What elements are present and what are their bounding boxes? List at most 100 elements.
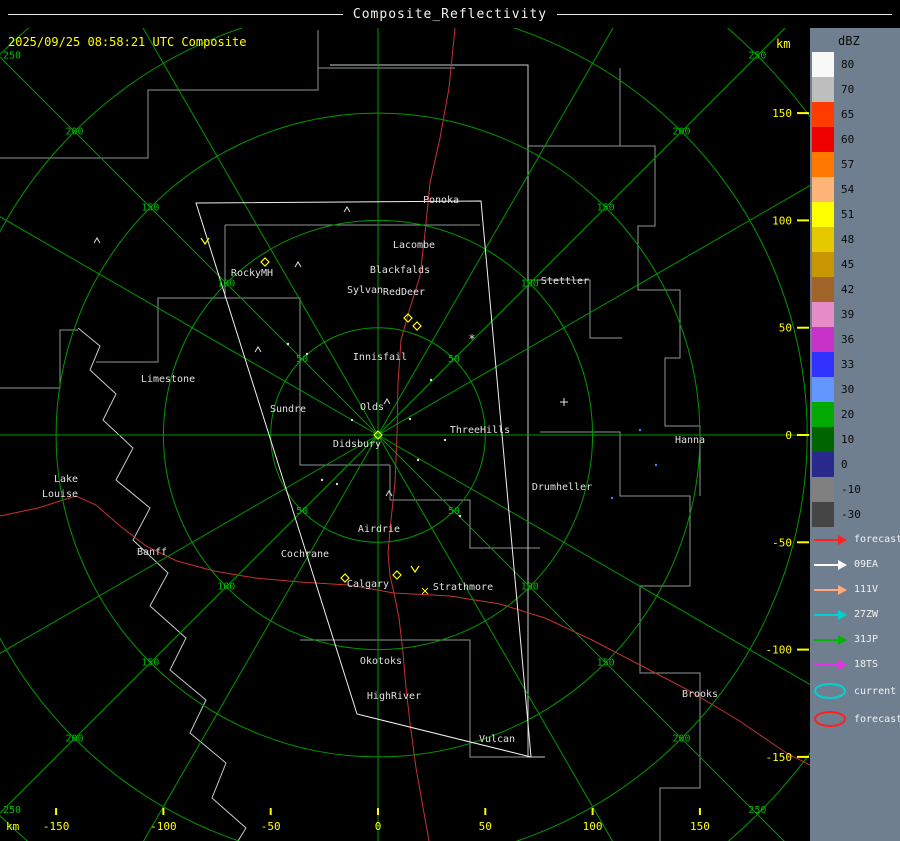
colorbar-title: dBZ [838, 34, 860, 48]
ellipse-icon [814, 683, 846, 699]
colorbar-value: 0 [841, 458, 848, 471]
window-title: Composite_Reflectivity [352, 6, 548, 22]
axis-label-bottom: -50 [261, 820, 281, 833]
radial-line [377, 185, 810, 436]
colorbar-swatch [812, 202, 834, 227]
highway-line [393, 592, 810, 766]
colorbar-value: 39 [841, 308, 855, 321]
axis-label-right: -100 [766, 644, 793, 657]
radial-line [143, 434, 379, 841]
colorbar-swatch [812, 127, 834, 152]
dot-marker [416, 458, 420, 462]
diamond-marker [392, 570, 402, 580]
range-label: 50 [448, 506, 460, 517]
radial-line [0, 216, 379, 436]
city-label: Strathmore [433, 582, 493, 593]
colorbar-swatch [812, 52, 834, 77]
caret-marker [385, 490, 393, 497]
dot-marker [638, 428, 642, 432]
colorbar-swatch [812, 327, 834, 352]
city-label: Brooks [682, 689, 718, 700]
colorbar-entry: -10 [810, 477, 900, 502]
district-boundary [528, 279, 622, 339]
range-label: 150 [141, 202, 159, 213]
city-label: RedDeer [383, 287, 425, 298]
range-label: 100 [521, 582, 539, 593]
asterisk-marker: * [468, 332, 475, 346]
legend-label: 18TS [854, 659, 879, 670]
range-label: 150 [597, 202, 615, 213]
axis-label-bottom: -100 [150, 820, 177, 833]
city-label: Sylvan [347, 285, 383, 296]
dot-marker [610, 496, 614, 500]
legend-label: current [854, 685, 897, 697]
axis-label-right: -50 [772, 536, 792, 549]
dot-marker [350, 418, 354, 422]
colorbar-swatch [812, 352, 834, 377]
colorbar-value: 20 [841, 408, 855, 421]
title-rule-right [557, 13, 892, 15]
legend-item: 18TS [810, 652, 900, 677]
legend-label: 27ZW [854, 609, 879, 620]
colorbar-entry: 0 [810, 452, 900, 477]
city-label: RockyMH [231, 268, 273, 279]
colorbar-value: 65 [841, 108, 855, 121]
district-boundary [390, 499, 540, 549]
legend-item: 31JP [810, 627, 900, 652]
city-label: Drumheller [532, 482, 592, 493]
caret-marker [383, 398, 391, 405]
colorbar-swatch [812, 252, 834, 277]
colorbar-swatch [812, 302, 834, 327]
radial-line [377, 434, 810, 685]
axis-label-right: -150 [766, 751, 793, 764]
colorbar-value: 70 [841, 83, 855, 96]
chevron-marker [410, 565, 420, 574]
range-label: 100 [217, 582, 235, 593]
city-label: Louise [42, 489, 78, 500]
colorbar-entry: 39 [810, 302, 900, 327]
colorbar-swatch [812, 502, 834, 527]
radial-line [142, 28, 379, 436]
district-boundary [96, 225, 226, 363]
axis-label-bottom: 100 [583, 820, 603, 833]
legend-item: 27ZW [810, 602, 900, 627]
colorbar-entry: 10 [810, 427, 900, 452]
range-label: 100 [217, 278, 235, 289]
dot-marker [429, 378, 433, 382]
colorbar-swatch [812, 277, 834, 302]
legend-item: 09EA [810, 552, 900, 577]
colorbar-value: 36 [841, 333, 855, 346]
colorbar-swatch [812, 152, 834, 177]
city-label: Calgary [347, 579, 389, 590]
caret-marker [294, 261, 302, 268]
colorbar-value: 30 [841, 383, 855, 396]
legend-item: current [810, 677, 900, 705]
colorbar-entry: 42 [810, 277, 900, 302]
colorbar-entry: 20 [810, 402, 900, 427]
dot-marker [305, 352, 309, 356]
colorbar-entry: 51 [810, 202, 900, 227]
colorbar-swatch [812, 402, 834, 427]
range-label: 50 [448, 354, 460, 365]
colorbar-entry: 45 [810, 252, 900, 277]
city-label: Blackfalds [370, 265, 430, 276]
colorbar-entry: 60 [810, 127, 900, 152]
legend: forecast 09EA 111V 27ZW 31JP 18TS current forec… [810, 527, 900, 733]
city-label: Limestone [141, 374, 195, 385]
colorbar-entry: 48 [810, 227, 900, 252]
arrow-icon [814, 584, 847, 595]
colorbar-swatch [812, 227, 834, 252]
colorbar-value: 45 [841, 258, 855, 271]
arrow-icon [814, 609, 847, 620]
city-label: Okotoks [360, 656, 402, 667]
range-label: 250 [3, 51, 21, 62]
colorbar-swatch [812, 77, 834, 102]
diamond-marker [260, 257, 270, 267]
arrow-icon [814, 634, 847, 645]
legend-item: forecast [810, 527, 900, 552]
range-label: 250 [748, 51, 766, 62]
caret-marker [343, 206, 351, 213]
colorbar-entry: 30 [810, 377, 900, 402]
dot-marker [320, 478, 324, 482]
city-label: Lacombe [393, 240, 435, 251]
